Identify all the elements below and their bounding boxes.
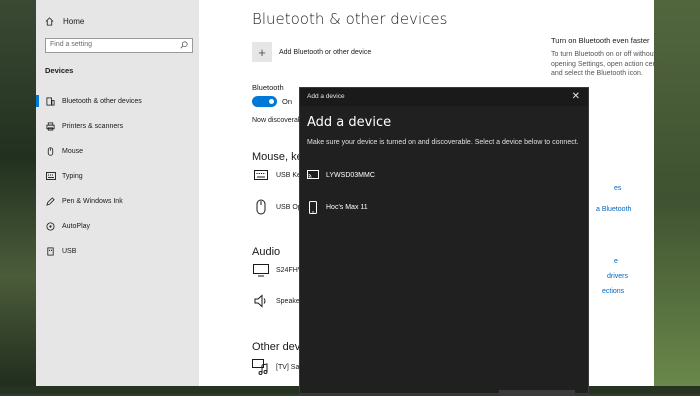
dialog-titlebar-text: Add a device — [307, 93, 345, 100]
phone-icon — [307, 201, 319, 214]
nav-section-devices: Devices — [45, 66, 74, 75]
speaker-icon — [252, 294, 269, 308]
sidebar-item-autoplay[interactable]: AutoPlay — [36, 219, 199, 233]
home-icon — [45, 16, 54, 26]
add-device-button[interactable]: + Add Bluetooth or other device — [252, 42, 371, 62]
bluetooth-label: Bluetooth — [252, 83, 284, 92]
sidebar-item-label: Printers & scanners — [62, 122, 124, 130]
dialog-device-name: LYWSD03MMC — [326, 171, 375, 179]
sidebar-item-label: USB — [62, 247, 77, 255]
section-audio: Audio — [252, 246, 281, 258]
bluetooth-toggle[interactable] — [252, 96, 277, 107]
usb-icon — [45, 246, 56, 256]
add-device-dialog: Add a device ✕ Add a device Make sure yo… — [299, 87, 589, 396]
sidebar-item-printers[interactable]: Printers & scanners — [36, 119, 199, 133]
monitor-icon — [252, 264, 269, 277]
sidebar-item-pen[interactable]: Pen & Windows Ink — [36, 194, 199, 208]
settings-nav: Home Find a setting Devices Bluetooth & … — [36, 0, 199, 386]
sidebar-item-label: Bluetooth & other devices — [62, 97, 142, 105]
toggle-knob — [269, 99, 274, 104]
plus-icon: + — [252, 42, 272, 62]
printer-icon — [45, 121, 56, 131]
tip-text: To turn Bluetooth on or off without open… — [551, 51, 665, 77]
search-placeholder: Find a setting — [50, 41, 93, 48]
active-indicator — [36, 95, 39, 107]
sidebar-item-label: Pen & Windows Ink — [62, 197, 123, 205]
sidebar-item-label: Mouse — [62, 147, 84, 155]
dialog-description: Make sure your device is turned on and d… — [307, 139, 579, 146]
mouse-icon — [252, 199, 269, 215]
dialog-heading: Add a device — [307, 115, 392, 130]
mouse-icon — [45, 146, 56, 156]
dialog-device-item[interactable]: LYWSD03MMC — [307, 170, 375, 180]
pen-icon — [45, 196, 56, 206]
keyboard-icon — [45, 172, 56, 180]
cancel-button[interactable] — [499, 390, 575, 396]
sidebar-item-bluetooth[interactable]: Bluetooth & other devices — [36, 94, 199, 108]
dialog-device-item[interactable]: Hoc's Max 11 — [307, 201, 368, 214]
sidebar-item-label: Typing — [62, 172, 83, 180]
related-link-4[interactable]: drivers — [607, 273, 628, 280]
sidebar-item-label: AutoPlay — [62, 222, 91, 230]
toggle-state: On — [282, 97, 293, 106]
keyboard-icon — [252, 170, 269, 180]
dialog-titlebar[interactable]: Add a device ✕ — [300, 88, 588, 106]
page-title: Bluetooth & other devices — [252, 10, 448, 28]
nav-home-label: Home — [63, 16, 85, 26]
bluetooth-icon — [45, 96, 56, 106]
tv-media-icon — [252, 359, 269, 375]
autoplay-icon — [45, 221, 56, 231]
desktop-background-left — [0, 0, 36, 394]
related-link-1[interactable]: es — [614, 185, 621, 192]
related-link-5[interactable]: ections — [602, 288, 624, 295]
display-device-icon — [307, 170, 319, 180]
add-device-label: Add Bluetooth or other device — [279, 48, 372, 56]
search-input[interactable]: Find a setting — [45, 38, 193, 53]
sidebar-item-usb[interactable]: USB — [36, 244, 199, 258]
sidebar-item-mouse[interactable]: Mouse — [36, 144, 199, 158]
related-link-2[interactable]: a Bluetooth — [596, 206, 631, 213]
sidebar-item-typing[interactable]: Typing — [36, 169, 199, 183]
dialog-device-name: Hoc's Max 11 — [326, 204, 368, 211]
nav-home[interactable]: Home — [45, 13, 84, 29]
tip-title: Turn on Bluetooth even faster — [551, 36, 650, 45]
search-icon — [180, 41, 188, 49]
close-icon[interactable]: ✕ — [572, 91, 580, 102]
related-link-3[interactable]: e — [614, 258, 618, 265]
